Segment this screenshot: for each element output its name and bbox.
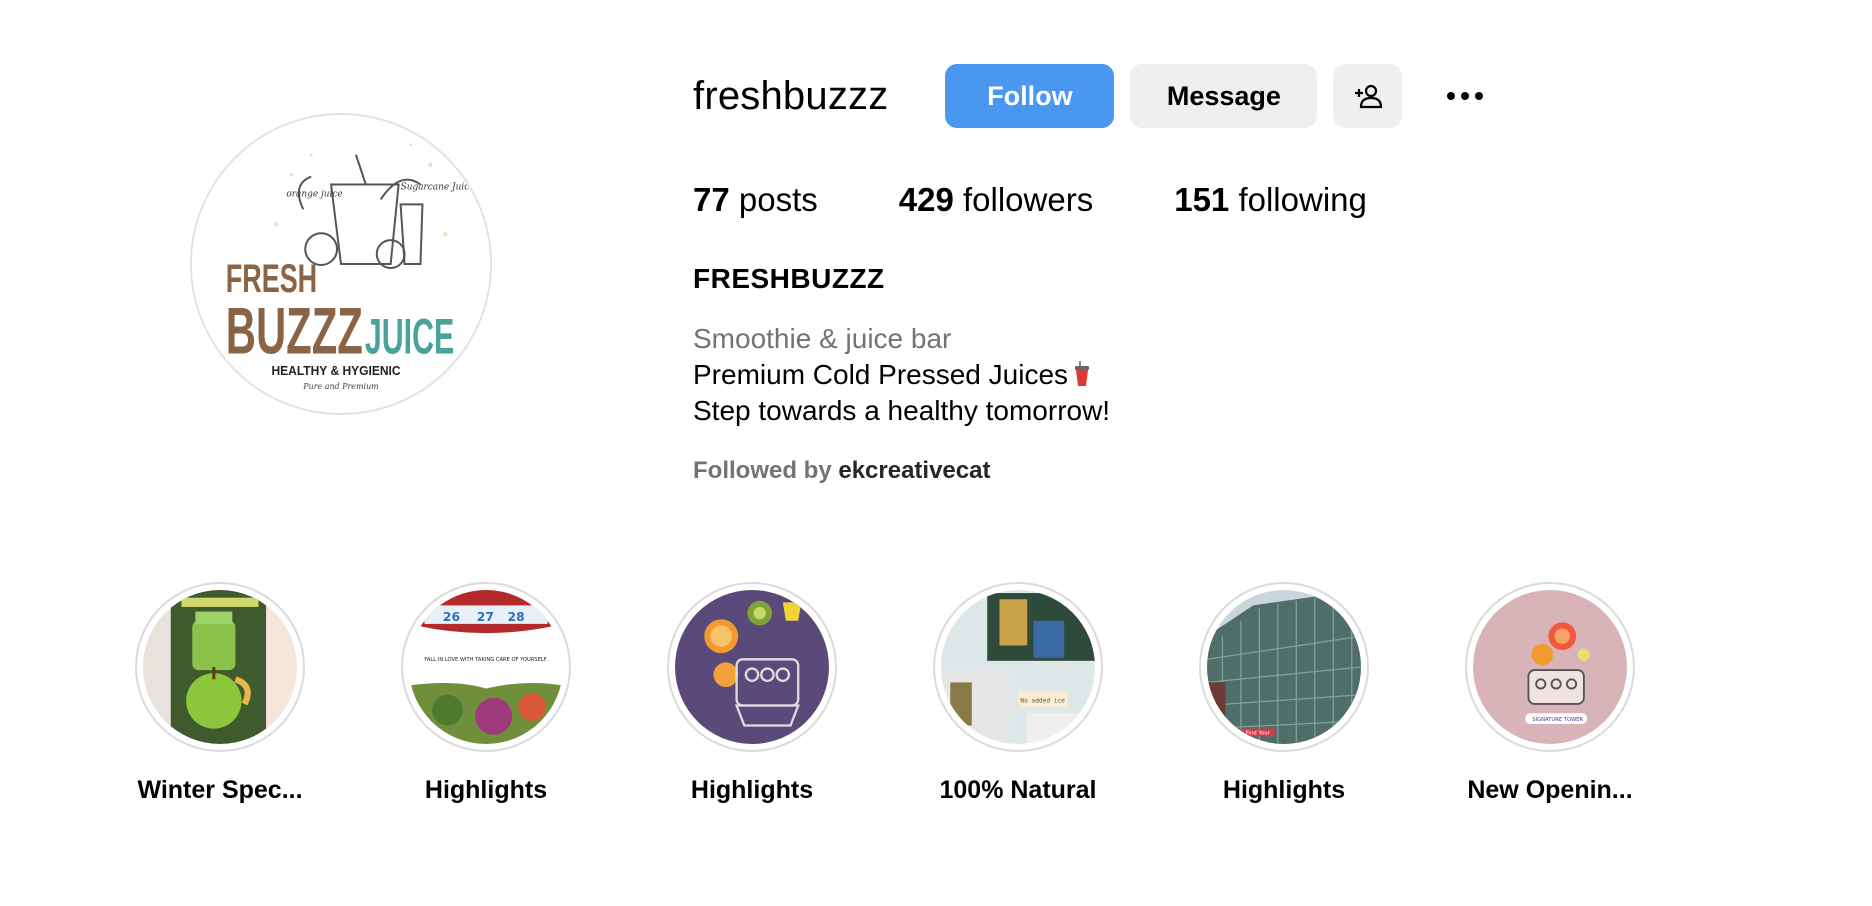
highlight-item[interactable]: Highlights bbox=[667, 582, 837, 805]
logo-subtag: Pure and Premium bbox=[302, 382, 378, 391]
following-count: 151 bbox=[1174, 181, 1230, 218]
highlight-cover-image: SIGNATURE TOWER bbox=[1473, 590, 1627, 744]
logo-tagline: HEALTHY & HYGIENIC bbox=[271, 363, 400, 378]
highlight-item[interactable]: SIGNATURE TOWER New Openin... bbox=[1465, 582, 1635, 805]
logo-note-right: Sugarcane Juice bbox=[401, 183, 475, 193]
highlight-item[interactable]: 26 27 28 FALL IN LOVE WITH TAKING CARE OF … bbox=[401, 582, 571, 805]
follow-button[interactable]: Follow bbox=[945, 64, 1115, 128]
highlight-cover-image: 26 27 28 FALL IN LOVE WITH TAKING CARE OF … bbox=[409, 590, 563, 744]
highlight-cover-image: No added ice bbox=[941, 590, 1095, 744]
bio-line-1: Premium Cold Pressed Juices bbox=[693, 359, 1090, 391]
bio-line-1-text: Premium Cold Pressed Juices bbox=[693, 359, 1069, 390]
highlight-ring bbox=[135, 582, 305, 752]
posts-label: posts bbox=[738, 181, 818, 218]
highlight-item[interactable]: No added ice 100% Natural bbox=[933, 582, 1103, 805]
highlight-label: Highlights bbox=[1222, 776, 1346, 804]
highlight-image-text: No added ice bbox=[1020, 697, 1065, 704]
followers-stat[interactable]: 429 followers bbox=[899, 181, 1093, 219]
highlight-item[interactable]: Find Your Highlights bbox=[1199, 582, 1369, 805]
highlight-label: Highlights bbox=[690, 776, 814, 804]
message-button[interactable]: Message bbox=[1130, 64, 1318, 128]
followers-label: followers bbox=[963, 181, 1094, 218]
followers-count: 429 bbox=[898, 181, 954, 218]
highlight-ring: 26 27 28 FALL IN LOVE WITH TAKING CARE OF … bbox=[401, 582, 571, 752]
svg-text:27: 27 bbox=[477, 610, 494, 624]
highlight-ring: SIGNATURE TOWER bbox=[1465, 582, 1635, 752]
highlight-label: Highlights bbox=[424, 776, 548, 804]
juice-cup-emoji-icon bbox=[1074, 361, 1090, 387]
following-label: following bbox=[1238, 181, 1367, 218]
highlight-image-text: Find Your bbox=[1246, 731, 1271, 737]
posts-stat: 77 posts bbox=[693, 181, 818, 219]
svg-text:26: 26 bbox=[443, 610, 460, 624]
highlight-ring: No added ice bbox=[933, 582, 1103, 752]
person-add-icon bbox=[1354, 84, 1383, 109]
followed-by[interactable]: Followed by ekcreativecat bbox=[693, 457, 990, 485]
bio-line-2: Step towards a healthy tomorrow! bbox=[693, 395, 1111, 426]
posts-count: 77 bbox=[693, 181, 730, 218]
suggest-users-button[interactable] bbox=[1333, 64, 1403, 128]
profile-category: Smoothie & juice bar bbox=[693, 323, 952, 354]
highlight-item[interactable]: Winter Spec... bbox=[135, 582, 305, 805]
highlight-label: Winter Spec... bbox=[137, 776, 303, 804]
highlight-image-text: FALL IN LOVE WITH TAKING CARE OF YOURSEL… bbox=[424, 657, 547, 663]
username: freshbuzzz bbox=[693, 73, 889, 118]
highlight-image-text: SIGNATURE TOWER bbox=[1532, 717, 1583, 723]
more-options-button[interactable] bbox=[1435, 64, 1495, 128]
logo-line-juice: JUICE bbox=[365, 308, 454, 364]
freshbuzzz-logo: orange juice Sugarcane Juice FRESH BUZZZ… bbox=[192, 115, 490, 413]
highlight-ring bbox=[667, 582, 837, 752]
profile-header: freshbuzzz Follow Message bbox=[693, 64, 1495, 128]
highlight-cover-image bbox=[675, 590, 829, 744]
svg-text:28: 28 bbox=[508, 610, 525, 624]
followed-by-prefix: Followed by bbox=[693, 457, 832, 484]
logo-line-buzzz: BUZZZ bbox=[226, 294, 363, 367]
profile-stats: 77 posts 429 followers 151 following bbox=[693, 181, 1448, 219]
logo-note-left: orange juice bbox=[286, 189, 342, 199]
following-stat[interactable]: 151 following bbox=[1174, 181, 1367, 219]
highlight-cover-image: Find Your bbox=[1207, 590, 1361, 744]
highlight-label: New Openin... bbox=[1467, 776, 1633, 804]
followed-by-user[interactable]: ekcreativecat bbox=[838, 457, 990, 484]
highlight-label: 100% Natural bbox=[939, 776, 1097, 804]
profile-full-name: FRESHBUZZZ bbox=[693, 263, 885, 294]
profile-avatar[interactable]: orange juice Sugarcane Juice FRESH BUZZZ… bbox=[190, 113, 492, 415]
more-options-icon bbox=[1447, 92, 1456, 100]
more-options-dot bbox=[1475, 92, 1484, 100]
highlight-cover-image bbox=[143, 590, 297, 744]
more-options-dot bbox=[1461, 92, 1470, 100]
highlight-ring: Find Your bbox=[1199, 582, 1369, 752]
